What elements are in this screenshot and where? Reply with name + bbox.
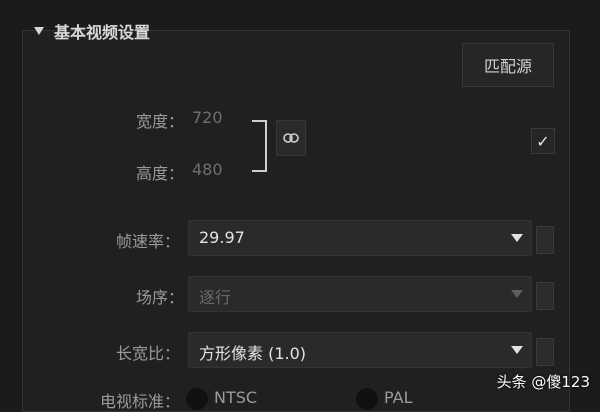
aspect-ratio-value: 方形像素 (1.0) bbox=[199, 344, 307, 363]
aspect-ratio-label: 长宽比： bbox=[116, 344, 181, 363]
collapse-triangle-icon[interactable] bbox=[34, 27, 44, 35]
dropdown-arrow-icon bbox=[511, 290, 523, 298]
watermark-text: 头条 @傻123 bbox=[496, 373, 590, 391]
tv-standard-label: 电视标准： bbox=[100, 392, 181, 411]
match-source-button[interactable]: 匹配源 bbox=[462, 43, 554, 87]
field-order-value: 逐行 bbox=[199, 288, 232, 307]
frame-rate-value: 29.97 bbox=[199, 228, 245, 247]
match-checkbox[interactable]: ✓ bbox=[531, 128, 555, 154]
radio-ntsc[interactable] bbox=[186, 388, 208, 410]
dropdown-arrow-icon bbox=[511, 234, 523, 242]
chain-link-icon bbox=[283, 133, 299, 143]
radio-pal[interactable] bbox=[356, 388, 378, 410]
watermark: 头条 @傻123 bbox=[497, 371, 590, 392]
check-icon: ✓ bbox=[536, 131, 550, 151]
dropdown-arrow-icon bbox=[511, 346, 523, 354]
frame-rate-label: 帧速率： bbox=[116, 232, 181, 251]
height-label: 高度： bbox=[136, 164, 185, 183]
width-label: 宽度： bbox=[136, 112, 185, 131]
width-value[interactable]: 720 bbox=[192, 108, 223, 127]
height-value[interactable]: 480 bbox=[192, 160, 223, 179]
aspect-ratio-select[interactable]: 方形像素 (1.0) bbox=[188, 332, 532, 368]
frame-rate-keyframe-toggle[interactable] bbox=[536, 226, 554, 254]
aspect-ratio-keyframe-toggle[interactable] bbox=[536, 338, 554, 366]
field-order-label: 场序： bbox=[136, 288, 185, 307]
radio-ntsc-label: NTSC bbox=[214, 388, 258, 407]
link-bracket bbox=[252, 120, 267, 172]
section-header[interactable]: 基本视频设置 bbox=[34, 18, 150, 44]
frame-rate-select[interactable]: 29.97 bbox=[188, 220, 532, 256]
section-title: 基本视频设置 bbox=[54, 23, 151, 42]
field-order-keyframe-toggle[interactable] bbox=[536, 282, 554, 310]
link-chain-button[interactable] bbox=[276, 120, 306, 156]
field-order-select[interactable]: 逐行 bbox=[188, 276, 532, 312]
radio-pal-label: PAL bbox=[384, 388, 413, 407]
